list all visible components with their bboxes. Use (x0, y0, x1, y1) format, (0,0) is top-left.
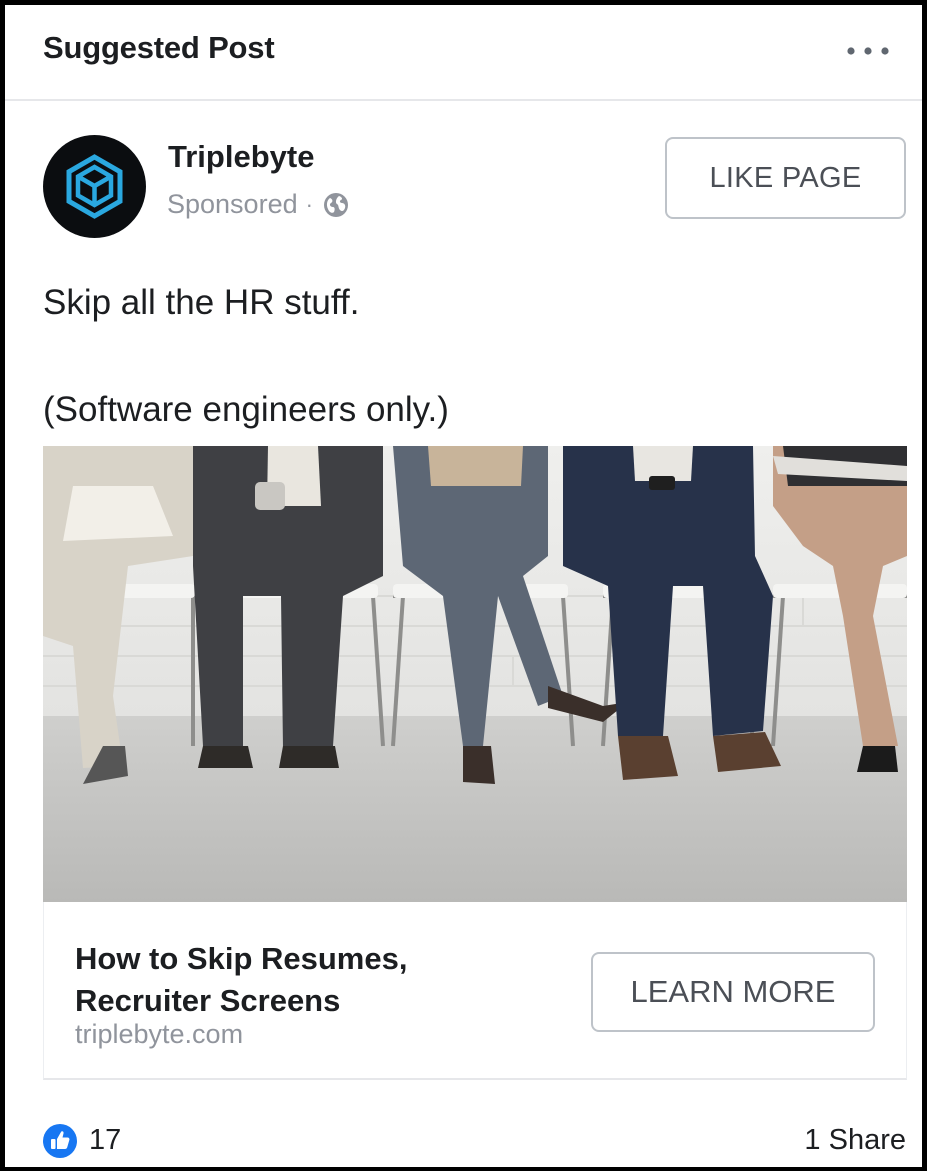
suggested-post-card: Suggested Post Triplebyte Sponsored · LI… (5, 5, 922, 1167)
page-info-row: Triplebyte Sponsored · LIKE PAGE (5, 101, 922, 251)
separator-dot: · (305, 191, 313, 217)
post-text-line-1: Skip all the HR stuff. (43, 283, 360, 322)
people-waiting-photo (43, 446, 907, 902)
post-text-line-2: (Software engineers only.) (43, 390, 449, 429)
link-title: How to Skip Resumes, Recruiter Screens (75, 941, 408, 1018)
more-horizontal-icon[interactable] (843, 43, 893, 59)
post-header: Suggested Post (5, 5, 922, 101)
thumbs-up-icon[interactable] (42, 1123, 78, 1159)
like-count[interactable]: 17 (89, 1124, 121, 1157)
triplebyte-logo-icon (66, 154, 123, 219)
learn-more-button[interactable]: LEARN MORE (591, 952, 875, 1032)
like-page-button[interactable]: LIKE PAGE (665, 137, 906, 219)
sponsored-label: Sponsored (167, 189, 298, 219)
link-domain: triplebyte.com (75, 1019, 244, 1049)
share-count[interactable]: 1 Share (804, 1124, 906, 1157)
globe-icon (323, 192, 348, 217)
sponsored-line: Sponsored · (167, 189, 351, 220)
ad-photo[interactable] (43, 446, 907, 902)
link-preview[interactable]: How to Skip Resumes, Recruiter Screens t… (43, 902, 907, 1080)
page-name[interactable]: Triplebyte (168, 139, 314, 175)
page-avatar[interactable] (43, 135, 146, 238)
post-footer: 17 1 Share (5, 1105, 922, 1167)
header-title: Suggested Post (43, 30, 275, 65)
